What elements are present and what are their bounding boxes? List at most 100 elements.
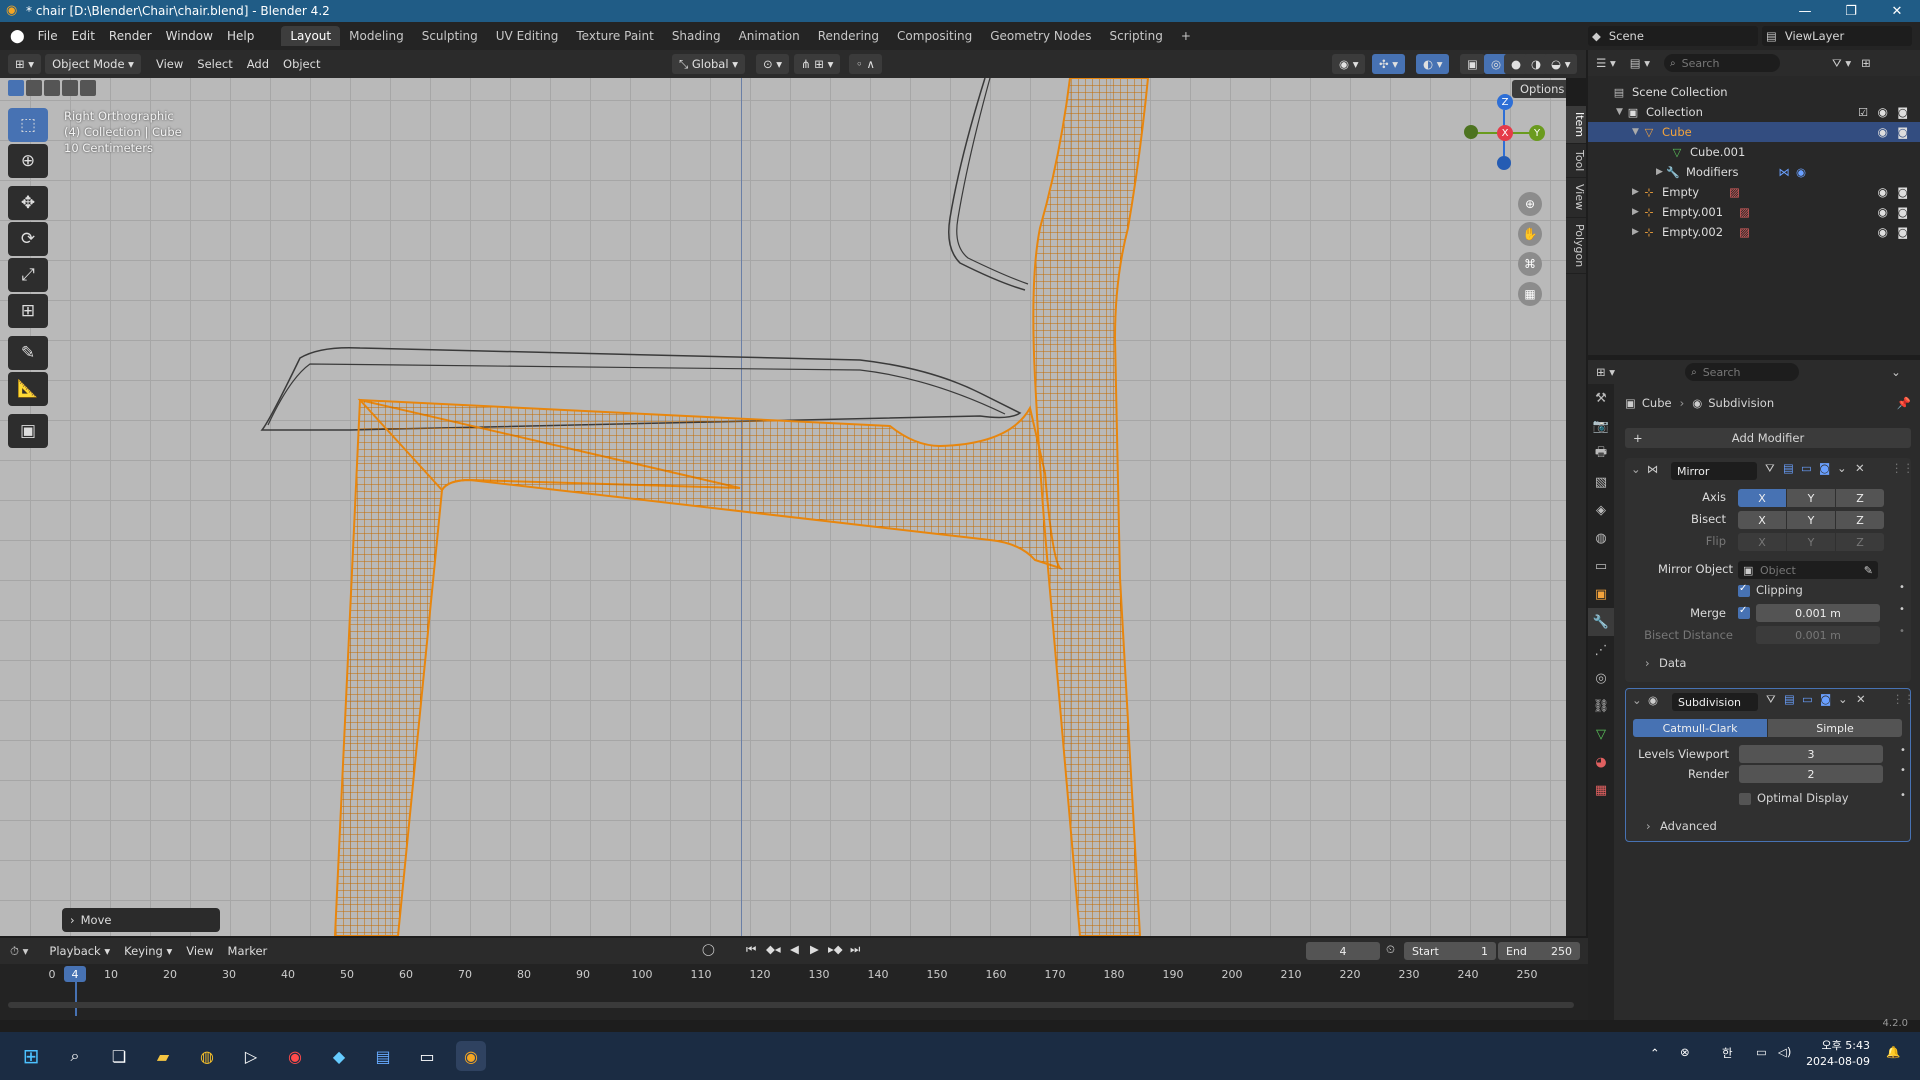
vp-menu-object[interactable]: Object bbox=[276, 57, 327, 71]
display-mode-icon[interactable]: ▤ ▾ bbox=[1630, 56, 1650, 70]
eye-icon[interactable]: ◉ bbox=[1878, 185, 1888, 199]
tool-tab-icon[interactable]: ⚒ bbox=[1588, 384, 1614, 412]
blender-taskbar-icon[interactable]: ◉ bbox=[456, 1041, 486, 1071]
axis-x-toggle[interactable]: X bbox=[1738, 489, 1786, 507]
scale-tool-icon[interactable]: ⤢ bbox=[8, 258, 48, 292]
sidebar-tab-item[interactable]: Item bbox=[1566, 106, 1586, 145]
sidebar-tab-view[interactable]: View bbox=[1566, 178, 1586, 218]
eyedropper-icon[interactable]: ✎ bbox=[1864, 564, 1873, 577]
render-toggle-icon[interactable]: ◙ bbox=[1819, 461, 1830, 475]
chevron-right-icon[interactable]: ▶ bbox=[1632, 227, 1642, 237]
chevron-right-icon[interactable]: ▶ bbox=[1632, 187, 1642, 197]
chevron-down-icon[interactable]: ▼ bbox=[1632, 127, 1642, 137]
chevron-right-icon[interactable]: › bbox=[1645, 656, 1650, 670]
menu-file[interactable]: File bbox=[31, 29, 65, 43]
simple-toggle[interactable]: Simple bbox=[1768, 719, 1902, 737]
last-operation-panel[interactable]: › Move bbox=[62, 908, 220, 932]
search-icon[interactable]: ⌕ bbox=[60, 1041, 90, 1071]
navigation-gizmo[interactable]: Z X Y bbox=[1460, 88, 1550, 178]
media-player-icon[interactable]: ▷ bbox=[236, 1041, 266, 1071]
material-tab-icon[interactable]: ◕ bbox=[1588, 748, 1614, 776]
viewport-toggle-icon[interactable]: ▭ bbox=[1802, 692, 1813, 706]
vp-menu-add[interactable]: Add bbox=[240, 57, 276, 71]
rotate-tool-icon[interactable]: ⟳ bbox=[8, 222, 48, 256]
menu-render[interactable]: Render bbox=[102, 29, 159, 43]
delete-modifier-icon[interactable]: ✕ bbox=[1855, 461, 1865, 475]
jump-end-icon[interactable]: ⏭ bbox=[850, 942, 860, 957]
clock-icon[interactable]: ⏲ bbox=[1386, 942, 1395, 957]
eye-icon[interactable]: ◉ bbox=[1878, 125, 1888, 139]
mirror-object-field[interactable]: ▣ Object ✎ bbox=[1738, 561, 1878, 579]
start-frame-field[interactable]: Start 1 bbox=[1404, 942, 1496, 960]
camera-icon[interactable]: ◙ bbox=[1897, 226, 1908, 239]
drag-handle-icon[interactable]: ⋮⋮ bbox=[1892, 692, 1915, 706]
menu-edit[interactable]: Edit bbox=[65, 29, 102, 43]
gizmo-y-icon[interactable]: Y bbox=[1529, 125, 1545, 141]
tab-modeling[interactable]: Modeling bbox=[340, 26, 413, 46]
restore-icon[interactable]: ❐ bbox=[1828, 0, 1874, 22]
rendered-shading-icon[interactable]: ◒ ▾ bbox=[1544, 54, 1578, 74]
bisect-y-toggle[interactable]: Y bbox=[1787, 511, 1835, 529]
timeline-menu-keying[interactable]: Keying ▾ bbox=[117, 944, 179, 958]
chevron-down-icon[interactable]: ⌄ bbox=[1837, 461, 1847, 475]
menu-window[interactable]: Window bbox=[159, 29, 220, 43]
move-tool-icon[interactable]: ✥ bbox=[8, 186, 48, 220]
sidebar-tab-polygon[interactable]: Polygon bbox=[1566, 218, 1586, 274]
merge-distance-field[interactable]: 0.001 m bbox=[1756, 604, 1880, 622]
add-workspace-icon[interactable]: + bbox=[1172, 26, 1200, 46]
optimal-display-checkbox[interactable] bbox=[1739, 793, 1751, 805]
tab-animation[interactable]: Animation bbox=[730, 26, 809, 46]
app-icon[interactable]: ◆ bbox=[324, 1041, 354, 1071]
pan-hand-icon[interactable]: ✋ bbox=[1518, 222, 1542, 246]
cage-toggle-icon[interactable]: ▤ bbox=[1784, 692, 1795, 706]
delete-modifier-icon[interactable]: ✕ bbox=[1856, 692, 1866, 706]
properties-search-input[interactable]: ⌕ Search bbox=[1685, 363, 1800, 381]
outliner-row-cube[interactable]: ▼ ▽ Cube ◉ ◙ bbox=[1588, 122, 1920, 142]
chevron-down-icon[interactable]: ⌄ bbox=[1632, 693, 1642, 707]
edit-mode-toggle-icon[interactable]: ⛛ bbox=[1766, 692, 1776, 707]
view-layer-selector[interactable]: ▤ ViewLayer bbox=[1762, 26, 1912, 46]
next-keyframe-icon[interactable]: ▸◆ bbox=[828, 942, 843, 956]
transform-tool-icon[interactable]: ⊞ bbox=[8, 294, 48, 328]
object-tab-icon[interactable]: ▣ bbox=[1588, 580, 1614, 608]
flip-y-toggle[interactable]: Y bbox=[1787, 533, 1835, 551]
chevron-down-icon[interactable]: ▼ bbox=[1616, 107, 1626, 117]
clock[interactable]: 오후 5:43 2024-08-09 bbox=[1806, 1038, 1870, 1070]
measure-tool-icon[interactable]: 📐 bbox=[8, 372, 48, 406]
eye-icon[interactable]: ◉ bbox=[1878, 205, 1888, 219]
world-tab-icon[interactable]: ◍ bbox=[1588, 524, 1614, 552]
end-frame-field[interactable]: End 250 bbox=[1498, 942, 1580, 960]
gizmo-toggle-icon[interactable]: ✣ ▾ bbox=[1372, 54, 1406, 74]
ime-indicator[interactable]: 한 bbox=[1722, 1045, 1733, 1061]
outliner-row-modifiers[interactable]: ▶ 🔧 Modifiers ⋈ ◉ bbox=[1588, 162, 1920, 182]
render-toggle-icon[interactable]: ◙ bbox=[1820, 692, 1831, 706]
gizmo-x-icon[interactable]: X bbox=[1497, 125, 1513, 141]
file-explorer-icon[interactable]: ▰ bbox=[148, 1041, 178, 1071]
keyframe-dot-icon[interactable]: • bbox=[1899, 604, 1905, 615]
network-icon[interactable]: ▭ bbox=[1756, 1045, 1767, 1059]
cage-toggle-icon[interactable]: ▤ bbox=[1783, 461, 1794, 475]
chevron-down-icon[interactable]: ⌄ bbox=[1891, 365, 1901, 379]
gizmo-neg-y-icon[interactable] bbox=[1464, 125, 1478, 139]
record-icon[interactable]: ◯ bbox=[702, 942, 715, 956]
snap-icon[interactable]: ⋔ ⊞ ▾ bbox=[794, 54, 841, 74]
outliner-row-empty[interactable]: ▶ ⊹ Empty ▨ ◉ ◙ bbox=[1588, 182, 1920, 202]
sidebar-tab-tool[interactable]: Tool bbox=[1566, 144, 1586, 179]
constraints-tab-icon[interactable]: ⛓ bbox=[1588, 692, 1614, 720]
properties-editor-icon[interactable]: ⊞ ▾ bbox=[1596, 365, 1615, 379]
particles-tab-icon[interactable]: ⋰ bbox=[1588, 636, 1614, 664]
visibility-icon[interactable]: ◉ ▾ bbox=[1332, 54, 1366, 74]
timeline-area[interactable]: 0 10 20 30 40 50 60 70 80 90 100 110 120 130 140 150 160… bbox=[0, 964, 1588, 1020]
clipping-checkbox[interactable] bbox=[1738, 583, 1750, 597]
advanced-subpanel-label[interactable]: Advanced bbox=[1660, 819, 1717, 833]
play-reverse-icon[interactable]: ◀ bbox=[790, 942, 799, 956]
outliner-row-cube-001[interactable]: ▽ Cube.001 bbox=[1588, 142, 1920, 162]
zoom-icon[interactable]: ⊕ bbox=[1518, 192, 1542, 216]
flip-x-toggle[interactable]: X bbox=[1738, 533, 1786, 551]
outliner-row-scene-collection[interactable]: ▤ Scene Collection bbox=[1588, 82, 1920, 102]
chrome-icon[interactable]: ◍ bbox=[192, 1041, 222, 1071]
new-collection-icon[interactable]: ⊞ bbox=[1861, 56, 1871, 70]
notification-bell-icon[interactable]: 🔔 bbox=[1886, 1045, 1900, 1059]
current-frame-field[interactable]: 4 bbox=[1306, 942, 1380, 960]
frame-ruler[interactable]: 0 10 20 30 40 50 60 70 80 90 100 110 120 130 140 150 160… bbox=[0, 964, 1588, 984]
